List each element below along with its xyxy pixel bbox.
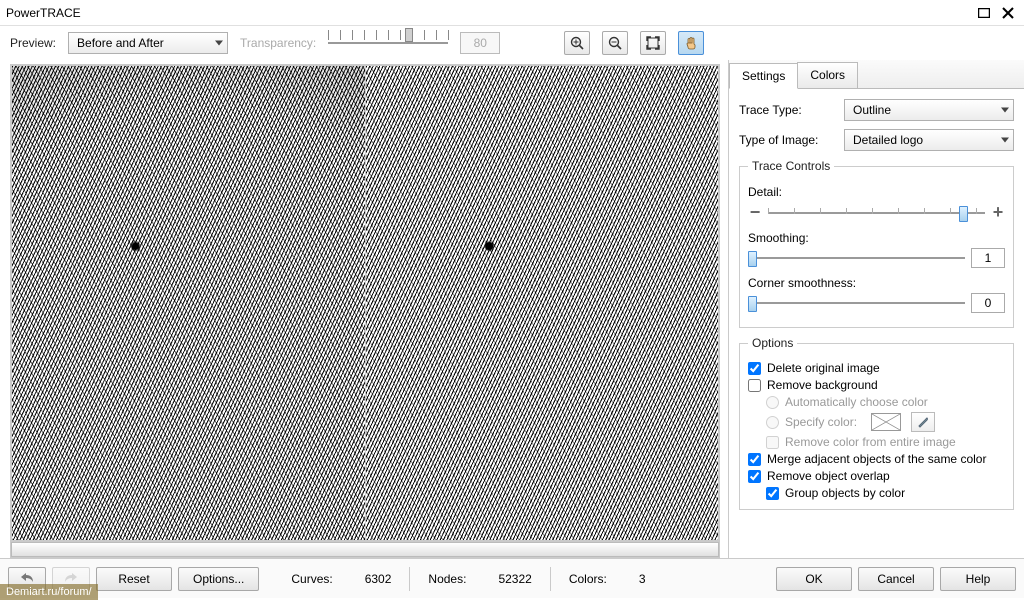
preview-combo-value: Before and After bbox=[77, 36, 164, 50]
chevron-down-icon bbox=[1001, 138, 1009, 143]
remove-overlap-checkbox[interactable]: Remove object overlap bbox=[748, 469, 1005, 483]
nodes-label: Nodes: bbox=[428, 572, 466, 586]
transparency-label: Transparency: bbox=[240, 36, 316, 50]
footer: Reset Options... Curves: 6302 Nodes: 52322… bbox=[0, 558, 1024, 598]
close-icon[interactable] bbox=[998, 5, 1018, 21]
corner-value[interactable]: 0 bbox=[971, 293, 1005, 313]
colors-value: 3 bbox=[639, 572, 646, 586]
colors-label: Colors: bbox=[569, 572, 607, 586]
toolbar: Preview: Before and After Transparency: … bbox=[0, 26, 1024, 60]
preview-after bbox=[365, 66, 719, 540]
zoom-fit-icon[interactable] bbox=[640, 31, 666, 55]
remove-color-entire-checkbox: Remove color from entire image bbox=[766, 435, 1005, 449]
transparency-value: 80 bbox=[460, 32, 500, 54]
preview-combo[interactable]: Before and After bbox=[68, 32, 228, 54]
preview-label: Preview: bbox=[10, 36, 56, 50]
nodes-value: 52322 bbox=[498, 572, 531, 586]
image-type-label: Type of Image: bbox=[739, 133, 844, 147]
color-swatch bbox=[871, 413, 901, 431]
preview-canvas[interactable] bbox=[10, 64, 720, 542]
reset-button[interactable]: Reset bbox=[96, 567, 172, 591]
trace-controls-group: Trace Controls Detail: − + Smoothing bbox=[739, 159, 1014, 328]
zoom-in-icon[interactable] bbox=[564, 31, 590, 55]
detail-minus-icon[interactable]: − bbox=[748, 202, 762, 223]
options-group: Options Delete original image Remove bac… bbox=[739, 336, 1014, 510]
tab-settings[interactable]: Settings bbox=[729, 63, 798, 89]
group-by-color-checkbox[interactable]: Group objects by color bbox=[766, 486, 1005, 500]
titlebar: PowerTRACE bbox=[0, 0, 1024, 26]
detail-label: Detail: bbox=[748, 185, 1005, 199]
corner-slider[interactable] bbox=[748, 294, 965, 312]
curves-label: Curves: bbox=[291, 572, 332, 586]
detail-plus-icon[interactable]: + bbox=[991, 202, 1005, 223]
options-button[interactable]: Options... bbox=[178, 567, 259, 591]
pan-hand-icon[interactable] bbox=[678, 31, 704, 55]
eyedropper-icon bbox=[911, 412, 935, 432]
watermark: Demiart.ru/forum/ bbox=[0, 584, 98, 600]
image-type-combo[interactable]: Detailed logo bbox=[844, 129, 1014, 151]
side-tabs: Settings Colors bbox=[729, 60, 1024, 89]
cancel-button[interactable]: Cancel bbox=[858, 567, 934, 591]
curves-value: 6302 bbox=[365, 572, 392, 586]
tab-colors[interactable]: Colors bbox=[797, 62, 858, 88]
ok-button[interactable]: OK bbox=[776, 567, 852, 591]
smoothing-value[interactable]: 1 bbox=[971, 248, 1005, 268]
chevron-down-icon bbox=[1001, 108, 1009, 113]
help-button[interactable]: Help bbox=[940, 567, 1016, 591]
maximize-icon[interactable] bbox=[974, 5, 994, 21]
remove-background-checkbox[interactable]: Remove background bbox=[748, 378, 1005, 392]
detail-slider[interactable] bbox=[768, 204, 985, 222]
preview-scrollbar[interactable] bbox=[10, 542, 720, 558]
transparency-slider[interactable] bbox=[328, 34, 448, 52]
preview-before bbox=[12, 66, 365, 540]
trace-type-label: Trace Type: bbox=[739, 103, 844, 117]
merge-adjacent-checkbox[interactable]: Merge adjacent objects of the same color bbox=[748, 452, 1005, 466]
corner-label: Corner smoothness: bbox=[748, 276, 1005, 290]
auto-color-radio: Automatically choose color bbox=[766, 395, 1005, 409]
zoom-out-icon[interactable] bbox=[602, 31, 628, 55]
smoothing-slider[interactable] bbox=[748, 249, 965, 267]
window-title: PowerTRACE bbox=[6, 6, 970, 20]
smoothing-label: Smoothing: bbox=[748, 231, 1005, 245]
delete-original-checkbox[interactable]: Delete original image bbox=[748, 361, 1005, 375]
trace-type-combo[interactable]: Outline bbox=[844, 99, 1014, 121]
chevron-down-icon bbox=[215, 41, 223, 46]
specify-color-radio: Specify color: bbox=[766, 412, 1005, 432]
